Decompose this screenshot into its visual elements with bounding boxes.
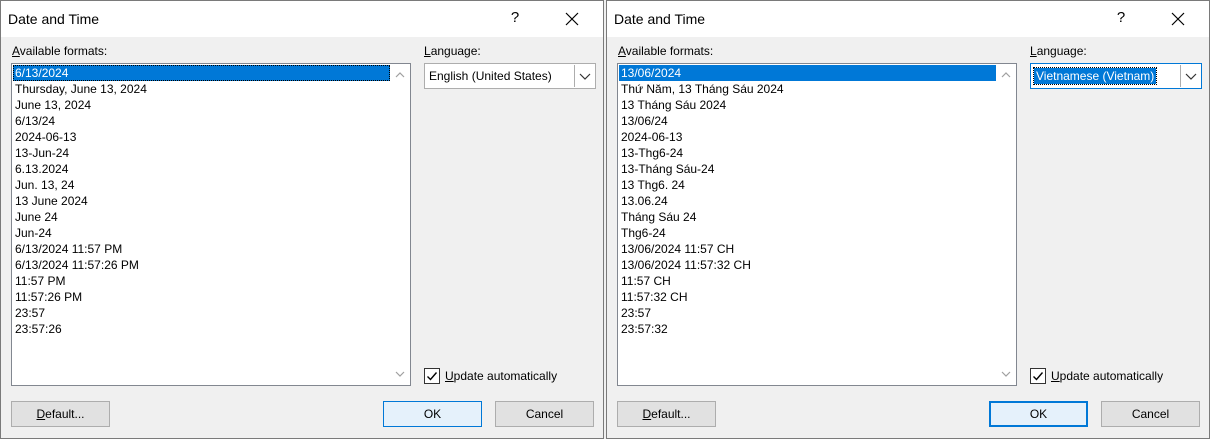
- available-formats-list[interactable]: 6/13/2024 Thursday, June 13, 2024 June 1…: [11, 63, 411, 386]
- update-label-rest: pdate automatically: [453, 369, 558, 383]
- vertical-scrollbar[interactable]: [996, 64, 1016, 385]
- list-item[interactable]: 11:57 CH: [619, 273, 996, 289]
- available-formats-list[interactable]: 13/06/2024 Thứ Năm, 13 Tháng Sáu 2024 13…: [617, 63, 1017, 386]
- chevron-down-icon[interactable]: [996, 365, 1016, 383]
- help-button[interactable]: ?: [505, 9, 525, 26]
- cancel-button[interactable]: Cancel: [1101, 401, 1200, 427]
- chevron-down-icon[interactable]: [390, 365, 410, 383]
- list-item[interactable]: 2024-06-13: [619, 129, 996, 145]
- default-button[interactable]: Default...: [617, 401, 716, 427]
- close-icon[interactable]: [561, 9, 583, 29]
- checkmark-icon[interactable]: [424, 368, 440, 384]
- close-icon[interactable]: [1167, 9, 1189, 29]
- formats-label-rest: vailable formats:: [19, 44, 108, 58]
- vertical-scrollbar[interactable]: [390, 64, 410, 385]
- list-item[interactable]: 13-Thg6-24: [619, 145, 996, 161]
- default-rest: efault...: [651, 407, 691, 421]
- date-time-dialog-english: Date and Time ? Available formats: Langu…: [0, 0, 604, 439]
- list-item[interactable]: 13 Tháng Sáu 2024: [619, 97, 996, 113]
- date-time-dialog-vietnamese: Date and Time ? Available formats: Langu…: [606, 0, 1210, 439]
- list-item[interactable]: 13-Tháng Sáu-24: [619, 161, 996, 177]
- list-item[interactable]: 2024-06-13: [13, 129, 390, 145]
- list-item[interactable]: 13-Jun-24: [13, 145, 390, 161]
- language-value: English (United States): [429, 69, 552, 83]
- language-label-rest: anguage:: [1036, 44, 1087, 58]
- update-automatically-label: Update automatically: [1051, 369, 1163, 383]
- default-rest: efault...: [45, 407, 85, 421]
- list-item[interactable]: Jun-24: [13, 225, 390, 241]
- available-formats-label: Available formats:: [618, 44, 713, 58]
- list-item[interactable]: 13/06/2024 11:57:32 CH: [619, 257, 996, 273]
- list-item[interactable]: 13/06/2024 11:57 CH: [619, 241, 996, 257]
- ok-button[interactable]: OK: [989, 401, 1088, 427]
- available-formats-label: Available formats:: [12, 44, 107, 58]
- formats-label-accel: A: [618, 44, 626, 58]
- language-label-rest: anguage:: [430, 44, 481, 58]
- list-item[interactable]: 13 Thg6. 24: [619, 177, 996, 193]
- dialog-title: Date and Time: [614, 11, 706, 27]
- chevron-up-icon[interactable]: [996, 66, 1016, 84]
- default-accel: D: [36, 407, 46, 421]
- ok-button[interactable]: OK: [383, 401, 482, 427]
- list-item[interactable]: 23:57:32: [619, 321, 996, 337]
- list-item[interactable]: Tháng Sáu 24: [619, 209, 996, 225]
- update-label-accel: U: [1051, 369, 1060, 383]
- list-item[interactable]: 6/13/2024: [13, 65, 390, 81]
- list-item[interactable]: 11:57:26 PM: [13, 289, 390, 305]
- language-dropdown[interactable]: Vietnamese (Vietnam): [1030, 63, 1202, 89]
- title-bar: Date and Time ?: [1, 1, 603, 37]
- checkmark-icon[interactable]: [1030, 368, 1046, 384]
- format-items: 6/13/2024 Thursday, June 13, 2024 June 1…: [13, 65, 390, 337]
- list-item[interactable]: June 13, 2024: [13, 97, 390, 113]
- title-bar: Date and Time ?: [607, 1, 1209, 37]
- list-item[interactable]: 23:57: [13, 305, 390, 321]
- language-dropdown[interactable]: English (United States): [424, 63, 596, 89]
- update-label-accel: U: [445, 369, 454, 383]
- list-item[interactable]: June 24: [13, 209, 390, 225]
- chevron-down-icon[interactable]: [1180, 65, 1200, 87]
- list-item[interactable]: 11:57:32 CH: [619, 289, 996, 305]
- list-item[interactable]: 13.06.24: [619, 193, 996, 209]
- language-label-accel: L: [424, 44, 431, 58]
- language-value: Vietnamese (Vietnam): [1032, 67, 1158, 85]
- update-label-rest: pdate automatically: [1059, 369, 1164, 383]
- formats-label-rest: vailable formats:: [625, 44, 714, 58]
- list-item[interactable]: 6/13/24: [13, 113, 390, 129]
- list-item[interactable]: 6/13/2024 11:57:26 PM: [13, 257, 390, 273]
- list-item[interactable]: 6.13.2024: [13, 161, 390, 177]
- list-item[interactable]: Thứ Năm, 13 Tháng Sáu 2024: [619, 81, 996, 97]
- cancel-button[interactable]: Cancel: [495, 401, 594, 427]
- help-button[interactable]: ?: [1111, 9, 1131, 26]
- list-item[interactable]: 6/13/2024 11:57 PM: [13, 241, 390, 257]
- list-item[interactable]: 23:57: [619, 305, 996, 321]
- default-accel: D: [642, 407, 652, 421]
- list-item[interactable]: 13/06/24: [619, 113, 996, 129]
- formats-label-accel: A: [12, 44, 20, 58]
- format-items: 13/06/2024 Thứ Năm, 13 Tháng Sáu 2024 13…: [619, 65, 996, 337]
- list-item[interactable]: 13 June 2024: [13, 193, 390, 209]
- dialog-title: Date and Time: [8, 11, 100, 27]
- list-item[interactable]: 11:57 PM: [13, 273, 390, 289]
- list-item[interactable]: 23:57:26: [13, 321, 390, 337]
- language-label: Language:: [1030, 44, 1087, 58]
- list-item[interactable]: Thg6-24: [619, 225, 996, 241]
- list-item[interactable]: Jun. 13, 24: [13, 177, 390, 193]
- chevron-up-icon[interactable]: [390, 66, 410, 84]
- update-automatically-label: Update automatically: [445, 369, 557, 383]
- default-button[interactable]: Default...: [11, 401, 110, 427]
- chevron-down-icon[interactable]: [574, 65, 594, 87]
- list-item[interactable]: 13/06/2024: [619, 65, 996, 81]
- language-label: Language:: [424, 44, 481, 58]
- list-item[interactable]: Thursday, June 13, 2024: [13, 81, 390, 97]
- language-label-accel: L: [1030, 44, 1037, 58]
